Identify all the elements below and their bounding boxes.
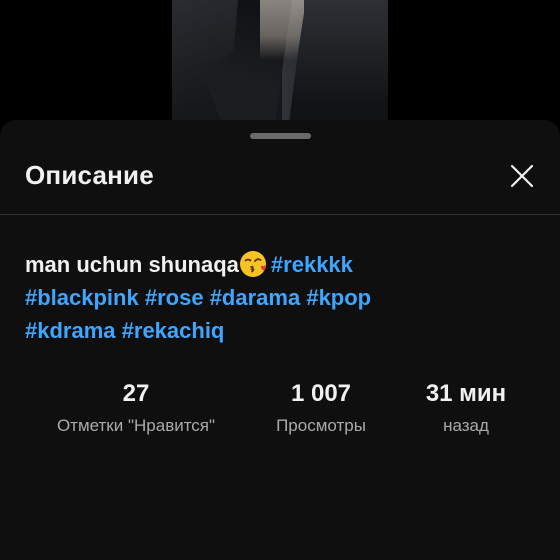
- drag-handle[interactable]: [250, 133, 311, 139]
- kiss-emoji-icon: [239, 250, 267, 278]
- upload-time-stat: 31 мин назад: [406, 378, 526, 436]
- description-sheet: Описание man uchun shunaqa #rekkkk #black…: [0, 120, 560, 560]
- description-text: man uchun shunaqa: [25, 252, 239, 277]
- likes-stat: 27 Отметки "Нравится": [36, 378, 236, 436]
- views-label: Просмотры: [276, 416, 366, 435]
- likes-count: 27: [122, 380, 150, 407]
- video-frame-part: [288, 0, 388, 130]
- views-stat: 1 007 Просмотры: [256, 378, 386, 436]
- hashtag-link[interactable]: #kdrama: [25, 318, 116, 343]
- header-divider: [0, 214, 560, 215]
- views-count: 1 007: [290, 380, 352, 407]
- upload-time-label: назад: [443, 416, 489, 435]
- likes-label: Отметки "Нравится": [56, 416, 216, 435]
- video-frame-part: [260, 0, 304, 60]
- sheet-title: Описание: [25, 160, 154, 190]
- hashtag-link[interactable]: #blackpink: [25, 285, 139, 310]
- hashtag-link[interactable]: #kpop: [306, 285, 371, 310]
- video-preview[interactable]: [172, 0, 388, 130]
- video-stats: 27 Отметки "Нравится" 1 007 Просмотры 31…: [0, 378, 560, 448]
- hashtag-link[interactable]: #darama: [210, 285, 301, 310]
- close-button[interactable]: [500, 154, 544, 198]
- hashtag-link[interactable]: #rekkkk: [271, 252, 353, 277]
- hashtag-link[interactable]: #rekachiq: [122, 318, 225, 343]
- upload-time-value: 31 мин: [425, 380, 507, 407]
- screen: Описание man uchun shunaqa #rekkkk #black…: [0, 0, 560, 560]
- close-icon: [510, 164, 534, 188]
- video-description: man uchun shunaqa #rekkkk #blackpink #ros…: [25, 248, 535, 347]
- hashtag-link[interactable]: #rose: [145, 285, 204, 310]
